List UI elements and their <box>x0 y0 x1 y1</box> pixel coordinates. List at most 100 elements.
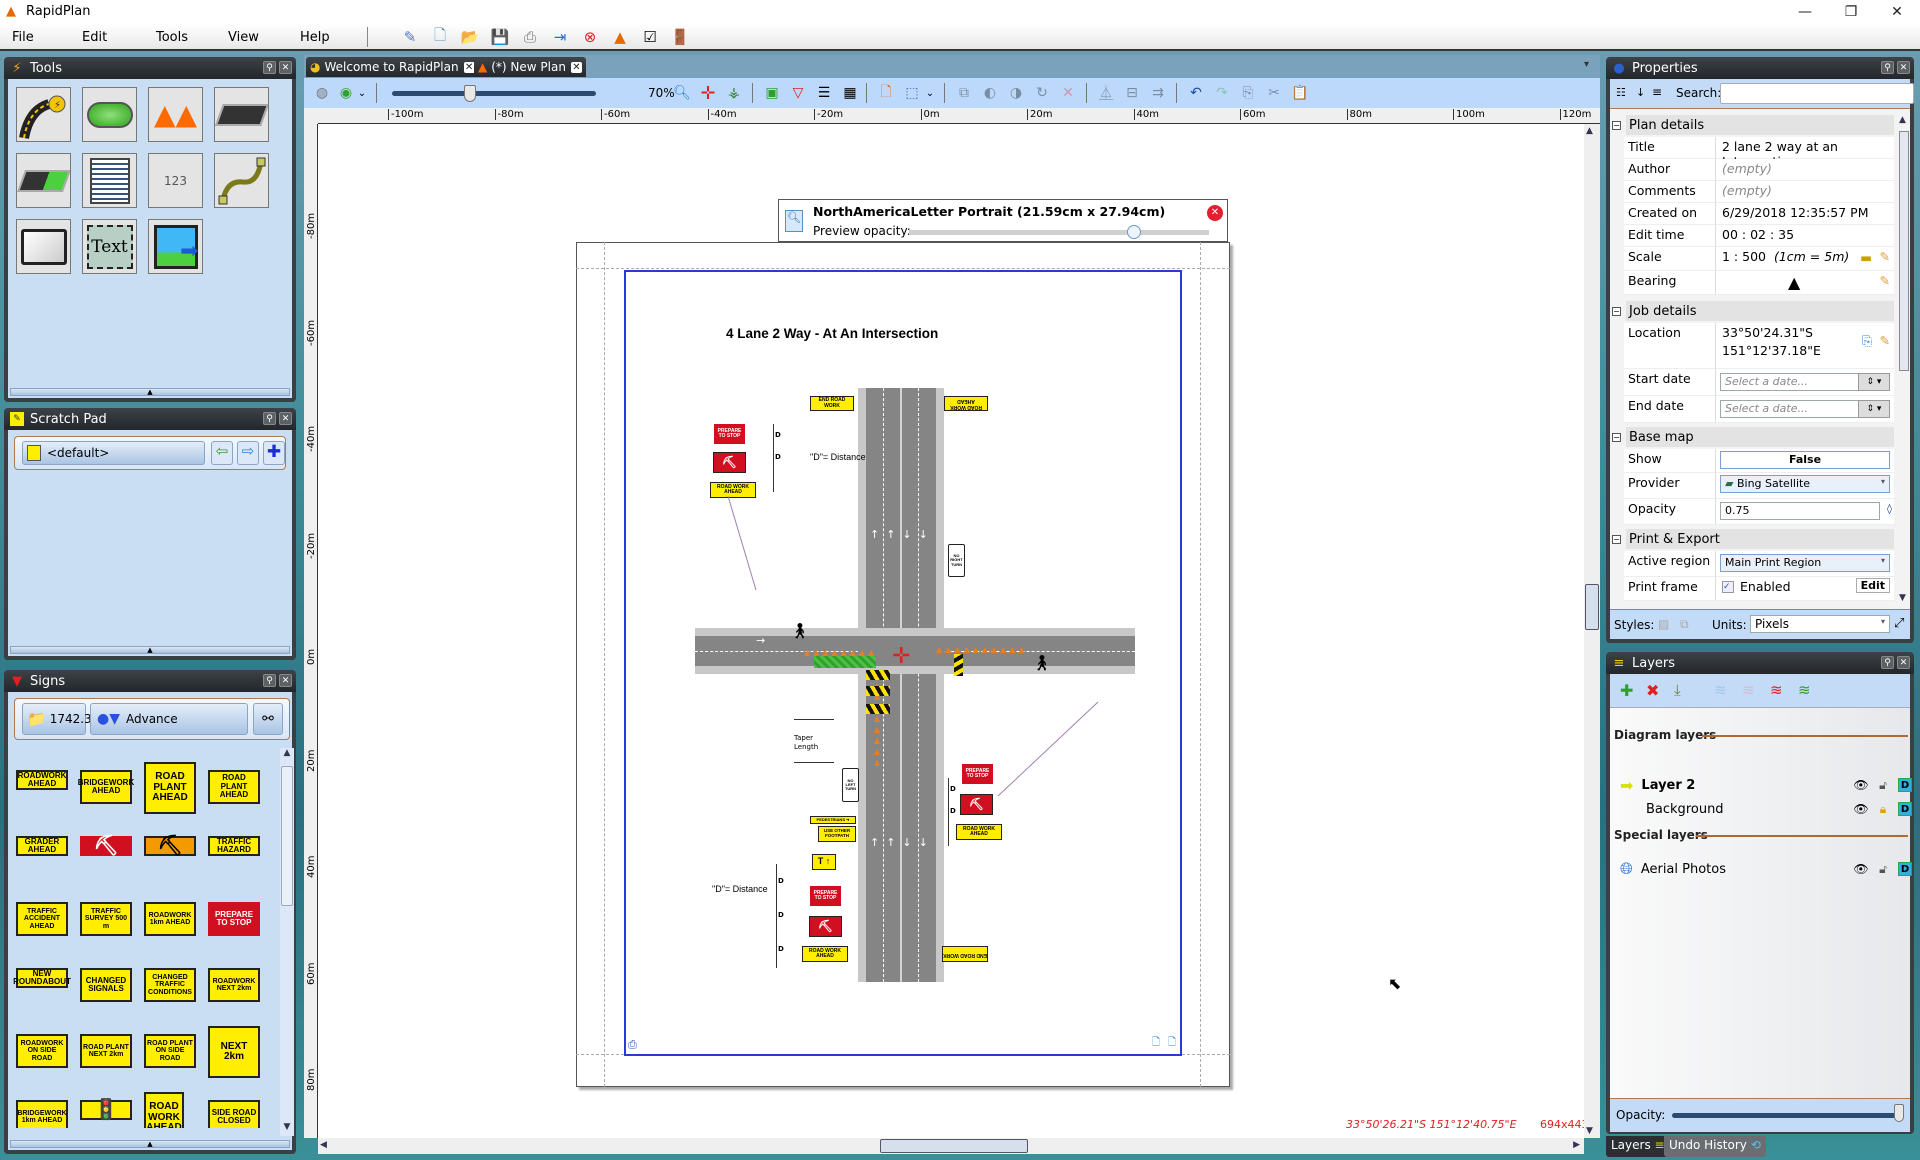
zoom-slider-thumb[interactable] <box>464 85 476 102</box>
unlocked-icon[interactable]: 🔓︎ <box>1876 862 1890 876</box>
rotate-icon[interactable]: ↻ <box>1032 84 1052 102</box>
sign-item[interactable]: NEXT 2km <box>208 1026 260 1078</box>
print-region-dropdown-icon[interactable]: ⌄ <box>920 84 940 102</box>
pin-icon[interactable]: ⚲ <box>1881 656 1894 669</box>
table-icon[interactable]: ▦ <box>840 84 860 102</box>
sign-item[interactable]: ROADWORK 1km AHEAD <box>144 902 196 936</box>
prop-title-value[interactable]: 2 lane 2 way at an Intersection <box>1716 137 1894 169</box>
visibility-eye-icon[interactable]: 👁︎ <box>1853 778 1868 792</box>
sign-item[interactable]: TRAFFIC HAZARD <box>208 836 260 856</box>
aerial-image-icon[interactable]: ▣ <box>762 84 782 102</box>
scroll-up-icon[interactable]: ▲ <box>280 748 294 762</box>
add-layer-icon[interactable]: ✚ <box>1620 681 1633 700</box>
close-icon[interactable]: ✕ <box>279 674 292 687</box>
cone-plan-icon[interactable]: ▲ <box>610 27 630 47</box>
prop-location-value[interactable]: 33°50'24.31"S 151°12'37.18"E ⎘ ✎ <box>1716 323 1894 369</box>
scratch-pad-splitter[interactable]: ▲ <box>10 646 290 654</box>
visibility-eye-icon[interactable]: 👁︎ <box>1853 802 1868 816</box>
prop-author-value[interactable]: (empty) <box>1716 159 1894 181</box>
export-icon[interactable]: ⇥ <box>550 27 570 47</box>
display-icon[interactable]: D <box>1898 778 1912 792</box>
tab-list-dropdown-icon[interactable]: ▾ <box>1584 59 1589 70</box>
sign-category-select[interactable]: ●▼ Advance <box>90 703 248 735</box>
pin-icon[interactable]: ⚲ <box>263 674 276 687</box>
layer-opacity-thumb[interactable] <box>1894 1104 1904 1122</box>
scroll-down-icon[interactable]: ▼ <box>280 1122 294 1136</box>
scroll-right-icon[interactable]: ▶ <box>1573 1140 1580 1150</box>
new-document-icon[interactable]: 🗋 <box>430 26 450 47</box>
scroll-up-icon[interactable]: ▲ <box>1899 115 1906 125</box>
menu-view[interactable]: View <box>228 30 259 45</box>
crosshair-icon[interactable]: ✛ <box>698 83 718 104</box>
sign-icon[interactable]: ▽ <box>788 84 808 102</box>
dimension-tool[interactable]: 123 <box>148 153 203 208</box>
end-date-spinner[interactable]: ⇕ ▾ <box>1858 400 1890 418</box>
scroll-down-icon[interactable]: ▼ <box>1899 593 1906 603</box>
prop-scale-value[interactable]: 1 : 500 (1cm = 5m) ▬ ✎ <box>1716 247 1894 271</box>
group-print-export[interactable]: − Print & Export <box>1612 529 1894 549</box>
sign-item[interactable]: ⛏ <box>80 835 132 856</box>
tools-splitter[interactable]: ▲ <box>10 388 290 396</box>
signs-splitter[interactable]: ▲ <box>10 1140 290 1148</box>
road-segment-tool[interactable] <box>214 87 269 142</box>
close-tab-icon[interactable]: ✕ <box>570 61 582 73</box>
close-window-button[interactable]: ✕ <box>1874 0 1920 24</box>
distribute-icon[interactable]: ⇉ <box>1148 84 1168 102</box>
properties-search-input[interactable] <box>1720 83 1914 104</box>
ruler-icon[interactable]: ▬ <box>1860 250 1872 265</box>
sign-item[interactable]: SIDE ROAD CLOSED <box>208 1100 260 1128</box>
style-brush-icon[interactable]: ▨ <box>1658 617 1669 631</box>
opacity-input[interactable]: 0.75 <box>1720 502 1880 520</box>
cones-tool[interactable]: ▲▲ <box>148 87 203 142</box>
image-tool[interactable]: ➡ <box>148 219 203 274</box>
sign-item[interactable]: ROAD PLANT AHEAD <box>144 762 196 814</box>
shape-tool[interactable] <box>82 87 137 142</box>
menu-edit[interactable]: Edit <box>82 30 107 45</box>
sign-item[interactable]: ROADWORK AHEAD <box>16 770 68 790</box>
sign-item[interactable]: ⛏ <box>144 835 196 856</box>
zoom-magnifier-icon[interactable]: 🔍︎ <box>672 84 692 102</box>
sign-item[interactable]: ROAD PLANT ON SIDE ROAD <box>144 1034 196 1068</box>
sign-item[interactable]: 🚦 <box>80 1099 132 1120</box>
tab-undo-history[interactable]: Undo History ⟲ <box>1664 1136 1766 1157</box>
style-copy-icon[interactable]: ⧉ <box>1680 617 1689 632</box>
units-select[interactable]: Pixels ▾ <box>1750 615 1890 633</box>
show-toggle[interactable]: False <box>1720 451 1890 469</box>
scratch-pad-select[interactable]: <default> <box>22 441 205 465</box>
start-date-spinner[interactable]: ⇕ ▾ <box>1858 373 1890 391</box>
sign-item[interactable]: PREPARE TO STOP <box>208 902 260 936</box>
close-tab-icon[interactable]: ✕ <box>463 61 475 73</box>
layer-opacity-slider[interactable] <box>1672 1113 1902 1118</box>
locked-icon[interactable]: 🔒︎ <box>1876 802 1890 816</box>
delete-layer-icon[interactable]: ✖ <box>1646 681 1659 700</box>
bring-front-icon[interactable]: ◑ <box>1006 84 1026 102</box>
sort-icon[interactable]: ↓ <box>1636 86 1645 99</box>
signs-scrollbar[interactable]: ▲ ▼ <box>280 748 294 1136</box>
sign-item[interactable]: CHANGED SIGNALS <box>80 968 132 1002</box>
expand-icon[interactable]: ⤢ <box>1894 616 1904 631</box>
active-region-select[interactable]: Main Print Region ▾ <box>1720 554 1890 572</box>
print-region-icon[interactable]: ⬚ <box>902 84 922 102</box>
group-base-map[interactable]: − Base map <box>1612 427 1894 447</box>
paste-icon[interactable]: 📋 <box>1290 84 1310 102</box>
curve-tool[interactable] <box>214 153 269 208</box>
scroll-left-icon[interactable]: ◀ <box>320 1140 327 1150</box>
legend-icon[interactable]: ☰ <box>814 84 834 102</box>
copy-icon[interactable]: ⎘ <box>1238 84 1258 102</box>
properties-scroll-thumb[interactable] <box>1899 131 1909 371</box>
move-layer-top-icon[interactable]: ≋ <box>1770 681 1783 699</box>
sign-item[interactable]: ROAD PLANT NEXT 2km <box>80 1034 132 1068</box>
signs-scroll-thumb[interactable] <box>281 766 293 906</box>
list-icon[interactable]: ≡ <box>1652 85 1662 99</box>
display-icon[interactable]: D <box>1898 802 1912 816</box>
pin-icon[interactable]: ⚲ <box>263 412 276 425</box>
pin-icon[interactable]: ⚲ <box>1881 61 1894 74</box>
restore-button[interactable]: ❐ <box>1828 0 1874 24</box>
menu-tools[interactable]: Tools <box>156 30 188 45</box>
cut-icon[interactable]: ✂ <box>1264 84 1284 102</box>
properties-scrollbar[interactable]: ▲ ▼ <box>1898 115 1910 603</box>
binoculars-search-button[interactable]: ⚯ <box>253 703 283 735</box>
pin-icon[interactable]: ⚲ <box>263 61 276 74</box>
add-plus-icon[interactable]: ✚ <box>263 441 285 465</box>
rectangle-tool[interactable] <box>16 219 71 274</box>
